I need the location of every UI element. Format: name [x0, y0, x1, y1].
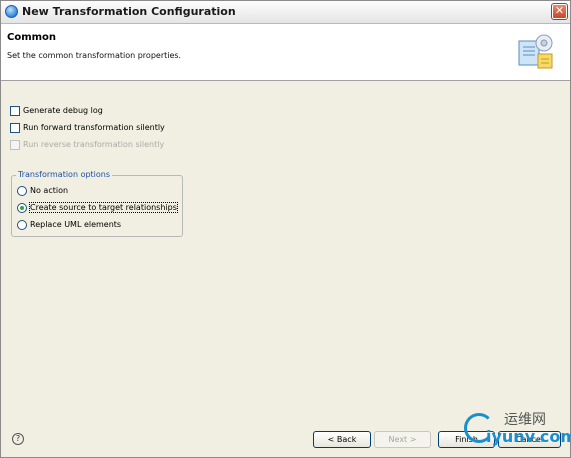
- watermark-top-text: 运维网: [504, 412, 546, 428]
- wizard-settings-icon: [518, 34, 553, 69]
- page-title: Common: [7, 32, 57, 43]
- run-forward-silently-checkbox[interactable]: Run forward transformation silently: [10, 121, 165, 134]
- watermark-logo: 运维网 iyunv.com: [464, 409, 571, 451]
- checkbox-label: Generate debug log: [23, 106, 103, 115]
- radio-label: No action: [30, 186, 69, 195]
- checkbox-box[interactable]: [10, 122, 20, 133]
- group-legend: Transformation options: [16, 170, 113, 179]
- window-title: New Transformation Configuration: [22, 5, 236, 18]
- wizard-header: Common Set the common transformation pro…: [1, 24, 570, 81]
- close-button[interactable]: ✕: [551, 3, 568, 20]
- button-bar: ? < Back Next > Finish Cancel 运维网 iyunv.…: [1, 412, 571, 457]
- watermark-bottom-text: iyunv.com: [486, 427, 571, 446]
- page-description: Set the common transformation properties…: [7, 51, 182, 60]
- back-button[interactable]: < Back: [313, 431, 371, 448]
- radio-button[interactable]: [17, 185, 27, 196]
- transformation-options-group: Transformation options No action Create …: [11, 170, 183, 237]
- radio-create-relationships[interactable]: Create source to target relationships: [17, 201, 178, 214]
- radio-button[interactable]: [17, 219, 27, 230]
- app-globe-icon: [5, 5, 18, 18]
- title-bar[interactable]: New Transformation Configuration ✕: [1, 1, 570, 24]
- help-icon[interactable]: ?: [12, 433, 24, 445]
- radio-label: Replace UML elements: [30, 220, 122, 229]
- radio-no-action[interactable]: No action: [17, 184, 68, 197]
- generate-debug-log-checkbox[interactable]: Generate debug log: [10, 104, 103, 117]
- run-reverse-silently-checkbox: Run reverse transformation silently: [10, 138, 164, 151]
- checkbox-box: [10, 139, 20, 150]
- checkbox-label: Run reverse transformation silently: [23, 140, 165, 149]
- radio-replace-uml[interactable]: Replace UML elements: [17, 218, 121, 231]
- radio-button[interactable]: [17, 202, 27, 213]
- checkbox-box[interactable]: [10, 105, 20, 116]
- close-icon: ✕: [554, 4, 565, 17]
- transformation-dialog: New Transformation Configuration ✕ Commo…: [0, 0, 571, 458]
- radio-label: Create source to target relationships: [29, 202, 178, 213]
- next-button: Next >: [374, 431, 431, 448]
- wizard-page-content: Generate debug log Run forward transform…: [1, 81, 570, 413]
- checkbox-label: Run forward transformation silently: [23, 123, 165, 132]
